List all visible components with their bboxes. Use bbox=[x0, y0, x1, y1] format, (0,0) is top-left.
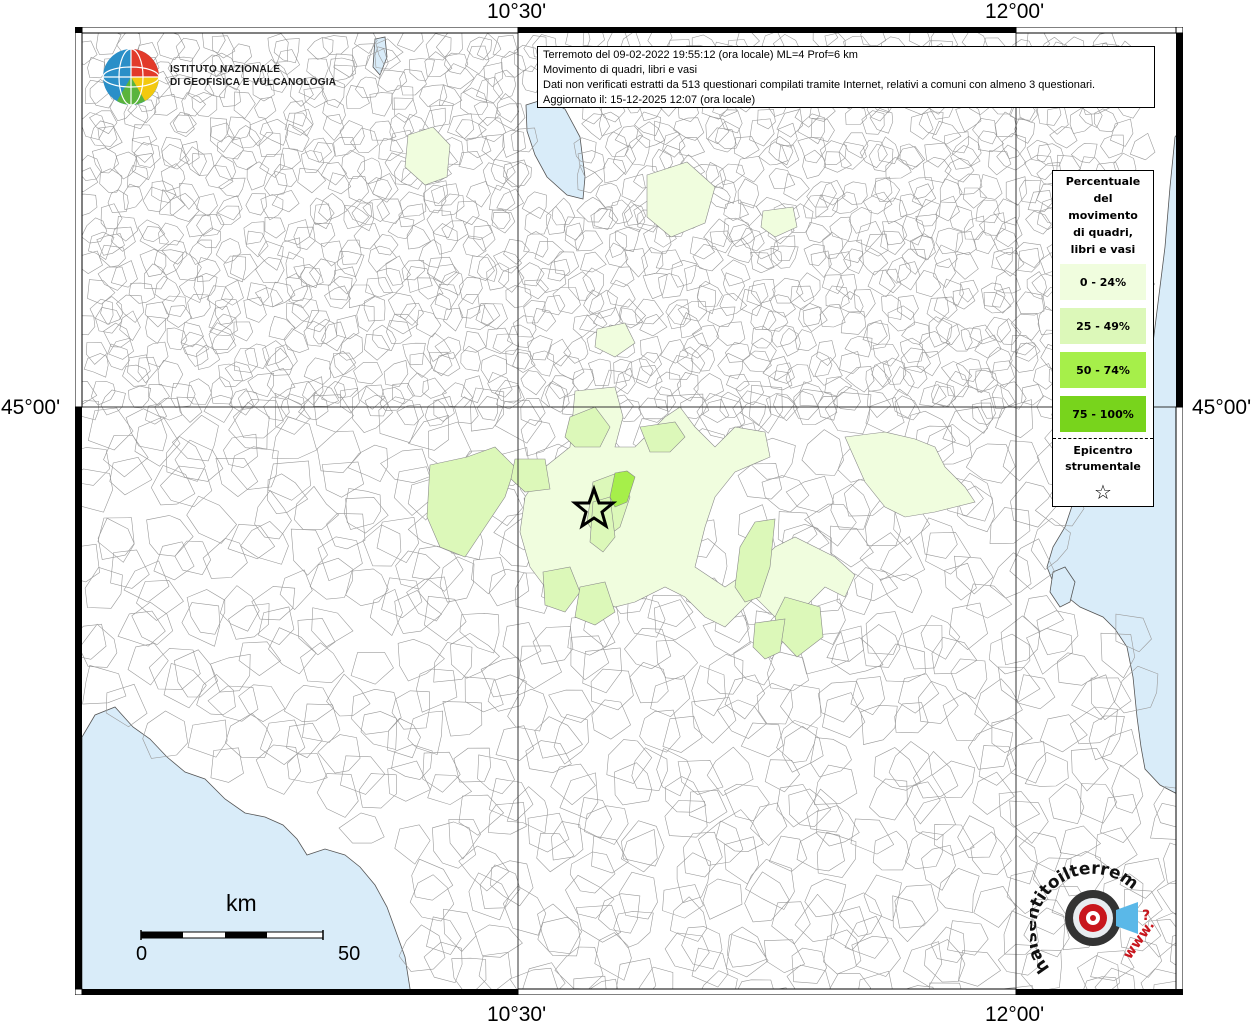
ingv-name-line2: DI GEOFISICA E VULCANOLOGIA bbox=[170, 77, 337, 88]
legend-title-line: libri e vasi bbox=[1070, 243, 1136, 256]
map-parameter: Movimento di quadri, libri e vasi bbox=[543, 64, 698, 76]
legend-class-50-74: 50 - 74% bbox=[1060, 352, 1146, 388]
legend-class-0-24: 0 - 24% bbox=[1060, 264, 1146, 300]
lon-label-bottom-right: 12°00' bbox=[985, 1003, 1045, 1026]
legend-epicenter-line: Epicentro bbox=[1073, 444, 1133, 457]
legend-epicenter-label: Epicentro strumentale bbox=[1053, 439, 1153, 475]
legend-title-line: movimento bbox=[1068, 209, 1138, 222]
scale-unit: km bbox=[226, 890, 257, 916]
legend-epicenter-line: strumentale bbox=[1065, 460, 1141, 473]
star-icon: ☆ bbox=[1094, 480, 1112, 504]
legend: Percentuale del movimento di quadri, lib… bbox=[1052, 170, 1154, 507]
legend-class-75-100: 75 - 100% bbox=[1060, 396, 1146, 432]
ingv-globe-icon bbox=[102, 48, 160, 106]
lon-label-bottom-left: 10°30' bbox=[487, 1003, 547, 1026]
event-header: Terremoto del 09-02-2022 19:55:12 (ora l… bbox=[543, 49, 858, 61]
haisentito-logo: haisentitoilterremoto.it www. ? bbox=[1021, 843, 1160, 988]
legend-title-line: di quadri, bbox=[1073, 226, 1133, 239]
event-info-box: Terremoto del 09-02-2022 19:55:12 (ora l… bbox=[537, 46, 1155, 108]
map-frame[interactable] bbox=[75, 27, 1183, 995]
lon-label-top-left: 10°30' bbox=[487, 0, 547, 23]
lat-label-right: 45°00' bbox=[1192, 396, 1252, 419]
legend-title-line: Percentuale bbox=[1065, 175, 1141, 188]
question-icon: ? bbox=[1142, 908, 1150, 924]
data-note: Dati non verificati estratti da 513 ques… bbox=[543, 79, 1096, 91]
scale-start: 0 bbox=[136, 943, 148, 965]
legend-title-line: del bbox=[1093, 192, 1113, 205]
lat-label-left: 45°00' bbox=[1, 396, 61, 419]
ingv-name-line1: ISTITUTO NAZIONALE bbox=[170, 64, 281, 75]
scale-bar: km 0 50 bbox=[136, 890, 376, 970]
update-time: Aggiornato il: 15-12-2025 12:07 (ora loc… bbox=[543, 94, 756, 106]
haisentito-icon: haisentitoilterremoto.it www. ? bbox=[1021, 843, 1158, 977]
legend-class-25-49: 25 - 49% bbox=[1060, 308, 1146, 344]
intensity-map[interactable] bbox=[75, 27, 1183, 995]
scale-end: 50 bbox=[338, 943, 361, 965]
legend-title: Percentuale del movimento di quadri, lib… bbox=[1053, 171, 1153, 258]
ingv-name: ISTITUTO NAZIONALE DI GEOFISICA E VULCAN… bbox=[170, 63, 336, 89]
lon-label-top-right: 12°00' bbox=[985, 0, 1045, 23]
